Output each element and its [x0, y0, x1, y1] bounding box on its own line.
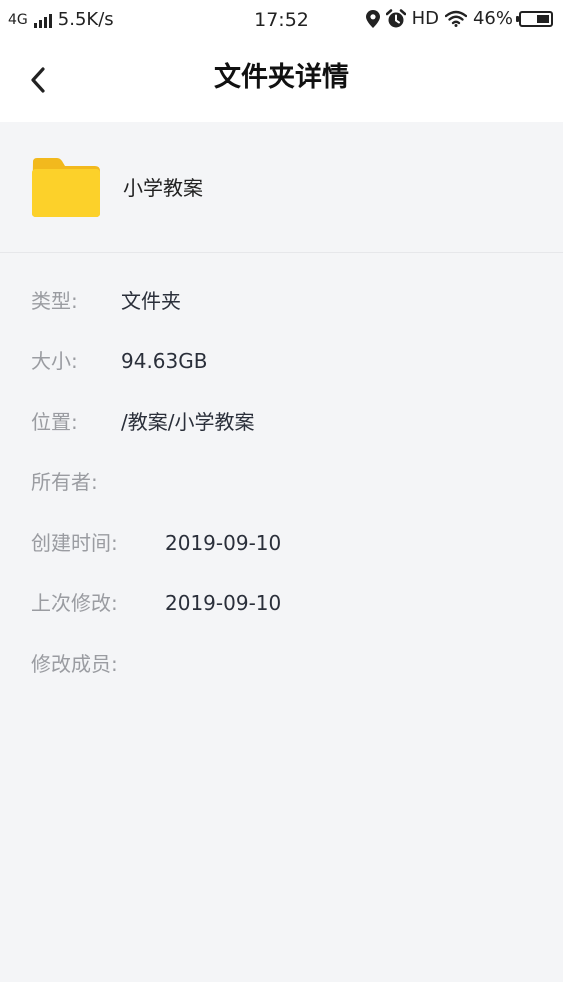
folder-icon — [32, 158, 100, 217]
detail-label: 位置: — [31, 410, 78, 434]
detail-row-location: 位置: /教案/小学教案 — [0, 402, 563, 442]
battery-percent: 46% — [472, 8, 513, 29]
detail-row-modified: 上次修改: 2019-09-10 — [0, 583, 563, 623]
battery-icon — [516, 10, 553, 27]
location-icon — [365, 9, 380, 28]
detail-value: 94.63GB — [121, 349, 208, 373]
detail-label: 修改成员: — [31, 652, 118, 676]
battery-level — [537, 14, 549, 23]
detail-label: 大小: — [31, 349, 78, 373]
detail-row-size: 大小: 94.63GB — [0, 341, 563, 381]
status-icons: HD 46% — [365, 8, 553, 29]
page-title: 文件夹详情 — [214, 62, 349, 93]
detail-row-created: 创建时间: 2019-09-10 — [0, 523, 563, 563]
alarm-icon — [385, 8, 406, 27]
detail-label: 所有者: — [31, 470, 98, 494]
hd-label: HD — [411, 8, 439, 29]
detail-value: 2019-09-10 — [165, 531, 282, 555]
detail-value: /教案/小学教案 — [121, 410, 255, 434]
folder-header: 小学教案 — [0, 122, 563, 253]
detail-value: 文件夹 — [121, 289, 181, 313]
detail-label: 类型: — [31, 289, 78, 313]
detail-row-owner: 所有者: — [0, 462, 563, 502]
nav-bar: 文件夹详情 — [0, 40, 563, 122]
detail-row-type: 类型: 文件夹 — [0, 281, 563, 321]
status-bar: 4G 5.5K/s 17:52 HD 46% — [0, 0, 563, 40]
folder-name: 小学教案 — [123, 176, 203, 200]
detail-label: 上次修改: — [31, 591, 118, 615]
detail-value: 2019-09-10 — [165, 591, 282, 615]
wifi-icon — [444, 10, 467, 27]
detail-row-modified-by: 修改成员: — [0, 644, 563, 684]
detail-label: 创建时间: — [31, 531, 118, 555]
